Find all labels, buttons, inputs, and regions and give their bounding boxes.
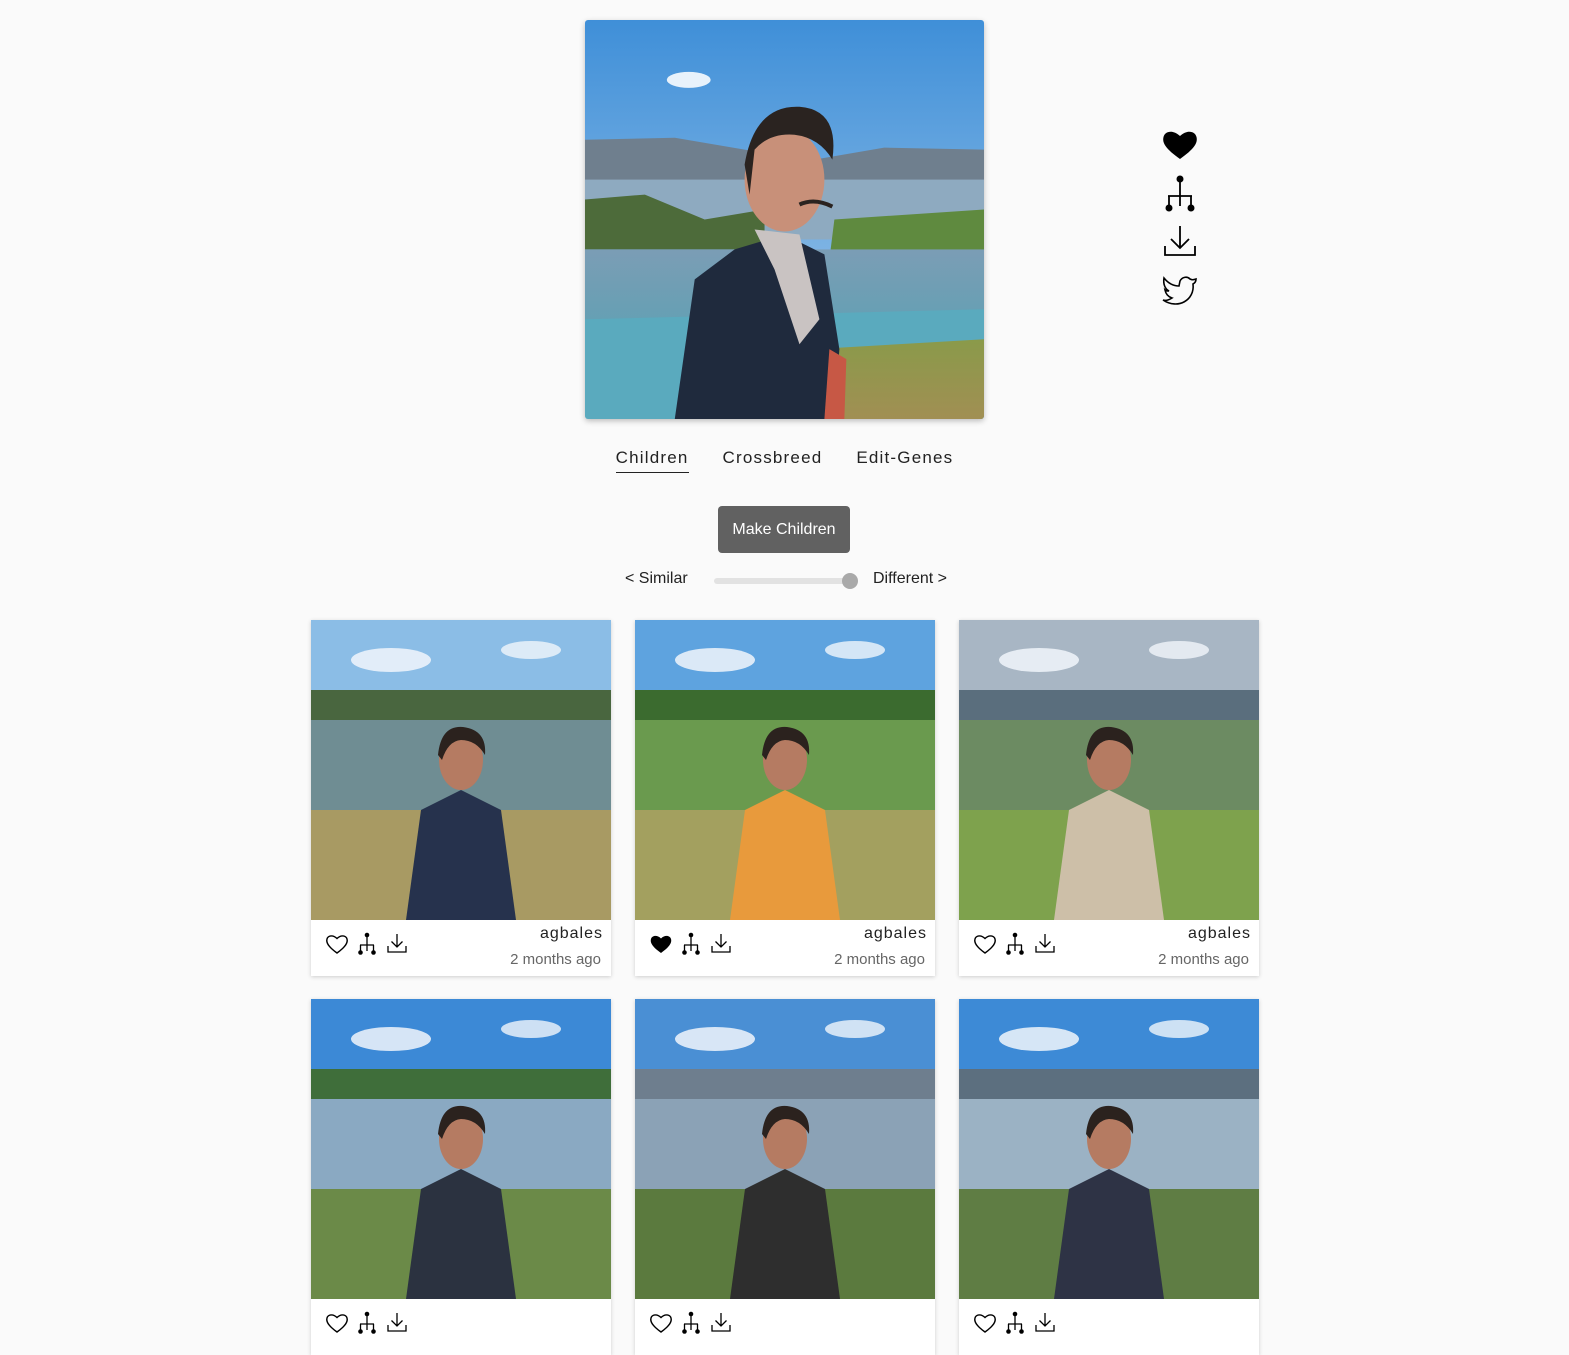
download-icon[interactable] [385, 1311, 409, 1335]
child-portrait [311, 999, 611, 1299]
lineage-tree-icon[interactable] [355, 1311, 379, 1335]
child-card[interactable] [311, 999, 611, 1355]
child-portrait [635, 999, 935, 1299]
child-image[interactable] [635, 620, 935, 920]
child-card[interactable] [959, 999, 1259, 1355]
child-image[interactable] [635, 999, 935, 1299]
different-label: Different > [873, 570, 947, 587]
card-timestamp: 2 months ago [834, 951, 925, 968]
lineage-tree-icon[interactable] [679, 932, 703, 956]
download-icon[interactable] [709, 1311, 733, 1335]
main-image [585, 20, 984, 419]
make-children-button[interactable]: Make Children [718, 506, 850, 553]
twitter-icon[interactable] [1160, 270, 1200, 310]
heart-icon[interactable] [325, 1311, 349, 1335]
child-image[interactable] [959, 999, 1259, 1299]
lineage-tree-icon[interactable] [1003, 932, 1027, 956]
child-portrait [311, 620, 611, 920]
card-author[interactable]: agbales [1188, 925, 1251, 943]
download-icon[interactable] [1160, 222, 1200, 262]
portrait-image [585, 20, 984, 419]
image-actions [1160, 126, 1200, 318]
heart-icon[interactable] [649, 1311, 673, 1335]
card-timestamp: 2 months ago [510, 951, 601, 968]
card-footer [635, 1299, 935, 1355]
similar-label: < Similar [625, 570, 688, 587]
card-footer: agbales 2 months ago [311, 920, 611, 976]
favorite-icon[interactable] [1160, 126, 1200, 166]
child-image[interactable] [311, 620, 611, 920]
card-timestamp: 2 months ago [1158, 951, 1249, 968]
similarity-slider-row: < Similar Different > [0, 568, 1569, 592]
tab-children[interactable]: Children [615, 448, 689, 473]
lineage-tree-icon[interactable] [1160, 174, 1200, 214]
lineage-tree-icon[interactable] [355, 932, 379, 956]
similarity-slider[interactable] [714, 573, 858, 589]
download-icon[interactable] [709, 932, 733, 956]
lineage-tree-icon[interactable] [679, 1311, 703, 1335]
download-icon[interactable] [1033, 932, 1057, 956]
heart-filled-icon[interactable] [649, 932, 673, 956]
heart-icon[interactable] [973, 932, 997, 956]
child-card[interactable]: agbales 2 months ago [635, 620, 935, 976]
card-footer: agbales 2 months ago [635, 920, 935, 976]
child-image[interactable] [959, 620, 1259, 920]
child-card[interactable]: agbales 2 months ago [959, 620, 1259, 976]
download-icon[interactable] [385, 932, 409, 956]
tab-edit-genes[interactable]: Edit-Genes [856, 448, 953, 472]
tab-crossbreed[interactable]: Crossbreed [723, 448, 823, 472]
child-card[interactable]: agbales 2 months ago [311, 620, 611, 976]
card-author[interactable]: agbales [864, 925, 927, 943]
download-icon[interactable] [1033, 1311, 1057, 1335]
child-portrait [959, 620, 1259, 920]
child-portrait [959, 999, 1259, 1299]
heart-icon[interactable] [325, 932, 349, 956]
card-author[interactable]: agbales [540, 925, 603, 943]
card-footer: agbales 2 months ago [959, 920, 1259, 976]
child-image[interactable] [311, 999, 611, 1299]
child-card[interactable] [635, 999, 935, 1355]
heart-icon[interactable] [973, 1311, 997, 1335]
card-footer [959, 1299, 1259, 1355]
child-portrait [635, 620, 935, 920]
slider-handle[interactable] [842, 573, 858, 589]
lineage-tree-icon[interactable] [1003, 1311, 1027, 1335]
tab-bar: Children Crossbreed Edit-Genes [0, 448, 1569, 473]
card-footer [311, 1299, 611, 1355]
